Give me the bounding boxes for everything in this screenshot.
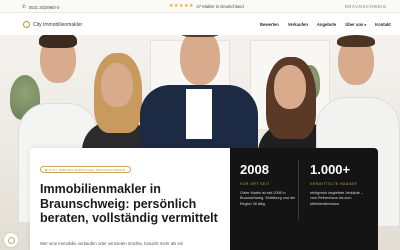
nav-item-angebote[interactable]: Angebote	[317, 22, 336, 27]
city-label: BRAUNSCHWEIG	[345, 4, 387, 9]
phone-number: 0531 2028960-0	[28, 4, 60, 10]
rating-text: 47 Makler in Deutschland	[196, 4, 244, 9]
star-icon: ★	[178, 3, 184, 9]
nav-item-ueber-uns[interactable]: Über uns ▾	[345, 22, 366, 27]
nav-item-verkaufen[interactable]: Verkaufen	[288, 22, 308, 27]
nav-item-bewerten[interactable]: Bewerten	[260, 22, 279, 27]
nav-item-ueber-uns-label: Über uns	[345, 22, 364, 27]
chevron-down-icon: ▾	[364, 22, 367, 27]
nav-menu: Bewerten Verkaufen Angebote Über uns ▾ K…	[260, 22, 391, 27]
hero-headline: Immobilienmakler in Braunschweig: persön…	[40, 182, 218, 225]
stat-label: VOR ORT SEIT	[240, 182, 270, 186]
stat-number: 2008	[240, 162, 269, 177]
hero-tag: CITY IMMOBILIENMAKLER BRAUNSCHWEIG	[40, 166, 131, 173]
main-nav: City Immobilienmakler Bewerten Verkaufen…	[0, 13, 400, 35]
badge-icon	[7, 236, 15, 244]
logo-text: City Immobilienmakler	[33, 21, 83, 28]
phone-link[interactable]: ✆ 0531 2028960-0	[22, 4, 59, 10]
logo-icon	[23, 21, 30, 28]
cookie-settings-button[interactable]	[4, 233, 18, 247]
hero-subtext: Wer eine Immobilie verkaufen oder vermie…	[40, 241, 184, 246]
stat-description: Oliver Martin ist seit 2008 in Braunschw…	[240, 191, 296, 206]
hero-tag-label: CITY IMMOBILIENMAKLER BRAUNSCHWEIG	[49, 167, 126, 172]
stat-founded: 2008 VOR ORT SEIT Oliver Martin ist seit…	[240, 162, 300, 207]
hero-card: CITY IMMOBILIENMAKLER BRAUNSCHWEIG Immob…	[30, 148, 230, 250]
top-bar: ✆ 0531 2028960-0 ★ ★ ★ ★ ★ 47 Makler in …	[0, 0, 400, 13]
dot-icon	[45, 168, 47, 171]
nav-item-kontakt[interactable]: Kontakt	[375, 22, 391, 27]
logo[interactable]: City Immobilienmakler	[23, 21, 82, 28]
rating-stars: ★ ★ ★ ★ ★	[169, 4, 193, 9]
stat-label: VERMITTELTE HÄUSER	[310, 182, 358, 186]
rating: ★ ★ ★ ★ ★ 47 Makler in Deutschland	[169, 4, 244, 10]
star-icon: ★	[188, 3, 194, 9]
phone-icon: ✆	[22, 4, 26, 9]
stat-divider	[298, 160, 299, 220]
star-icon: ★	[169, 3, 174, 9]
stat-description: erfolgreich begleitete Verkäufe – vom Re…	[310, 191, 363, 206]
stat-houses: 1.000+ VERMITTELTE HÄUSER erfolgreich be…	[310, 162, 370, 207]
stat-number: 1.000+	[310, 162, 351, 177]
star-icon: ★	[183, 3, 189, 9]
star-icon: ★	[173, 3, 179, 9]
stats-panel: 2008 VOR ORT SEIT Oliver Martin ist seit…	[230, 148, 378, 250]
